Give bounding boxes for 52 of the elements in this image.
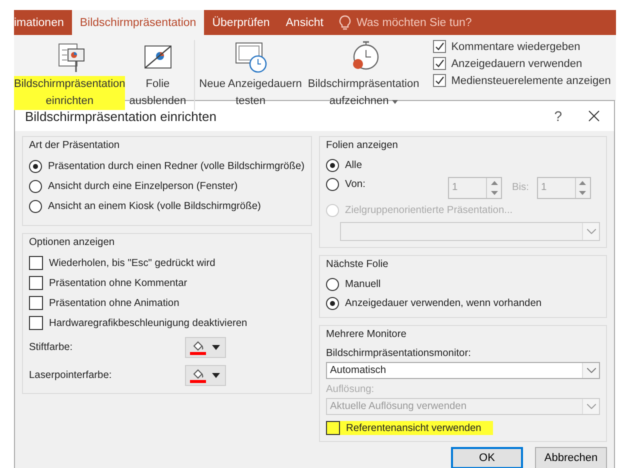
tell-me-search[interactable]: Was möchten Sie tun?: [331, 10, 472, 35]
color-label: Stiftfarbe:: [29, 342, 74, 352]
ribbon-command-button[interactable]: Neue Anzeigedauern testen: [199, 40, 302, 110]
radio-option[interactable]: Präsentation durch einen Redner (volle Bildschirmgröße): [29, 158, 305, 174]
dropdown-arrow-icon: [212, 372, 220, 378]
chevron-down-icon: [586, 368, 596, 373]
ribbon-command-button[interactable]: Bildschirmpräsentation einrichten: [14, 40, 126, 110]
checkbox-option[interactable]: Präsentation ohne Kommentar: [29, 275, 188, 291]
checkbox-option[interactable]: Präsentation ohne Animation: [29, 295, 180, 311]
radio-option[interactable]: Anzeigedauer verwenden, wenn vorhanden: [326, 296, 542, 311]
ribbon-tab[interactable]: imationen: [14, 10, 72, 35]
field-label: Auflösung:: [326, 384, 376, 395]
paint-bucket-icon: [191, 340, 205, 352]
checkmark-icon: [434, 58, 446, 69]
ribbon-checkbox[interactable]: Kommentare wiedergeben: [433, 40, 611, 53]
ribbon-checkbox[interactable]: Anzeigedauern verwenden: [433, 57, 611, 70]
checkbox-option[interactable]: Referentenansicht verwenden: [326, 421, 494, 435]
group-title: Art der Präsentation: [29, 140, 121, 151]
ribbon-tab[interactable]: Bildschirmpräsentation: [72, 10, 204, 35]
checkbox-option[interactable]: Wiederholen, bis "Esc" gedrückt wird: [29, 255, 216, 271]
checkmark-icon: [434, 41, 446, 52]
checkbox-option[interactable]: Hardwaregrafikbeschleunigung deaktivieren: [29, 315, 248, 331]
group-title: Optionen anzeigen: [29, 237, 116, 248]
help-button[interactable]: ?: [554, 108, 562, 124]
chevron-down-icon: [586, 404, 596, 409]
close-icon[interactable]: [588, 110, 600, 122]
dialog-button[interactable]: Abbrechen: [535, 447, 607, 468]
dropdown-field[interactable]: Automatisch: [326, 362, 600, 379]
paint-bucket-icon: [191, 368, 205, 380]
radio-option[interactable]: Manuell: [326, 277, 381, 292]
ribbon-checkbox[interactable]: Mediensteuerelemente anzeigen: [433, 74, 611, 87]
field-label: Bis:: [512, 182, 529, 194]
dialog-button[interactable]: OK: [451, 447, 523, 468]
color-label: Laserpointerfarbe:: [29, 370, 113, 380]
ribbon-tab[interactable]: Überprüfen: [204, 10, 278, 35]
checkmark-icon: [434, 75, 446, 86]
group-title: Nächste Folie: [326, 259, 390, 270]
dialog-title: Bildschirmpräsentation einrichten: [25, 108, 218, 124]
lightbulb-icon: [339, 14, 352, 30]
chevron-down-icon: [586, 228, 596, 234]
radio-option[interactable]: Alle: [326, 158, 362, 173]
field-label: Bildschirmpräsentationsmonitor:: [326, 348, 472, 359]
radio-option[interactable]: Von:: [326, 176, 448, 193]
ribbon-tab[interactable]: Ansicht: [278, 10, 332, 35]
color-picker-button[interactable]: [185, 364, 226, 386]
color-picker-button[interactable]: [185, 336, 226, 358]
dropdown-arrow-icon: [212, 344, 220, 350]
group-title: Folien anzeigen: [326, 140, 399, 151]
radio-option[interactable]: Ansicht an einem Kiosk (volle Bildschirmgröße): [29, 198, 261, 214]
radio-option[interactable]: Ansicht durch eine Einzelperson (Fenster): [29, 178, 238, 194]
group-title: Mehrere Monitore: [326, 329, 408, 340]
slide-timer-icon: [234, 40, 268, 74]
